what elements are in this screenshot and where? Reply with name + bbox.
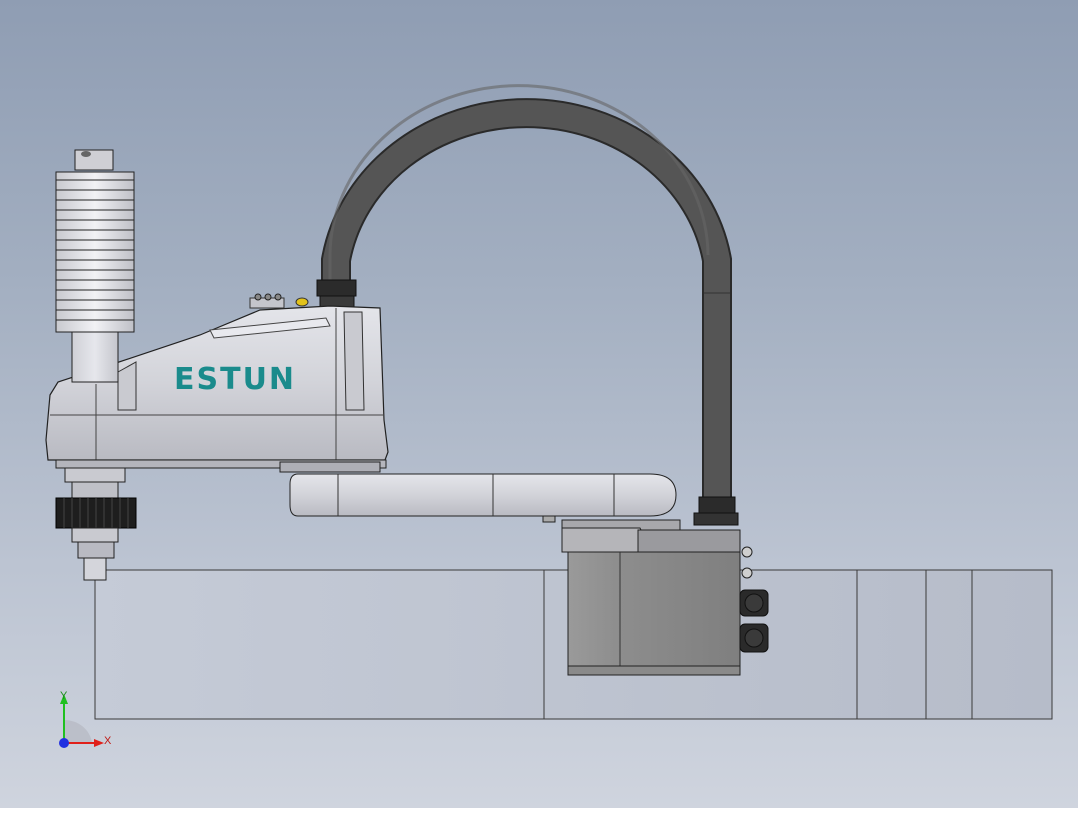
z-axis-dot bbox=[59, 738, 69, 748]
robot-lower-arm[interactable] bbox=[289, 473, 677, 523]
cad-viewport[interactable]: ESTUN Y X bbox=[0, 0, 1078, 808]
x-axis-label: X bbox=[104, 735, 112, 747]
robot-base[interactable] bbox=[561, 519, 769, 676]
bellows-cover bbox=[55, 171, 135, 333]
status-lamp-icon bbox=[295, 297, 309, 307]
brand-logo: ESTUN bbox=[174, 362, 296, 397]
robot-model-canvas[interactable]: ESTUN Y X bbox=[0, 0, 1078, 808]
y-axis-label: Y bbox=[60, 690, 68, 702]
